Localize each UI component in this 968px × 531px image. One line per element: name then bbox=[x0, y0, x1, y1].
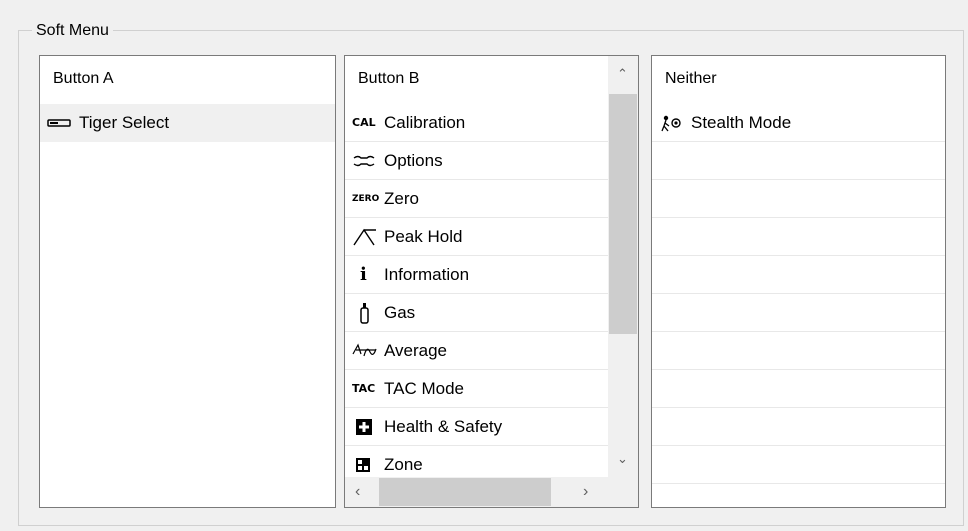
list-item-stealth-mode[interactable]: Stealth Mode bbox=[652, 104, 945, 142]
list-item-peak-hold[interactable]: Peak Hold bbox=[345, 218, 608, 256]
list-item-health-safety[interactable]: Health & Safety bbox=[345, 408, 608, 446]
tiger-select-icon bbox=[47, 118, 79, 128]
list-item-label: Tiger Select bbox=[79, 113, 170, 132]
first-aid-icon bbox=[352, 418, 384, 436]
list-item-calibration[interactable]: CAL Calibration bbox=[345, 104, 608, 142]
scrollbar-thumb[interactable] bbox=[609, 94, 637, 334]
list-item-empty bbox=[652, 256, 945, 294]
list-item-label: Peak Hold bbox=[384, 226, 463, 246]
list-item-tac-mode[interactable]: TAC TAC Mode bbox=[345, 370, 608, 408]
wrench-icon bbox=[352, 154, 384, 168]
list-item-label: Options bbox=[384, 150, 443, 170]
list-item-empty bbox=[652, 180, 945, 218]
list-item-average[interactable]: Average bbox=[345, 332, 608, 370]
button-b-list[interactable]: Button B CAL Calibration Options ZERO Ze… bbox=[344, 55, 639, 508]
list-item-label: Stealth Mode bbox=[691, 112, 792, 132]
list-header: Button A bbox=[53, 70, 114, 87]
scrollbar-thumb[interactable] bbox=[379, 478, 551, 506]
list-item-gas[interactable]: Gas bbox=[345, 294, 608, 332]
info-icon: i bbox=[360, 264, 367, 285]
group-title: Soft Menu bbox=[32, 22, 113, 40]
list-item-label: Calibration bbox=[384, 112, 466, 132]
list-item-label: Gas bbox=[384, 302, 416, 322]
list-item-zero[interactable]: ZERO Zero bbox=[345, 180, 608, 218]
scroll-left-icon[interactable]: ‹ bbox=[355, 483, 360, 501]
zone-icon bbox=[352, 457, 384, 473]
list-item-empty bbox=[652, 142, 945, 180]
scroll-right-icon[interactable]: › bbox=[583, 483, 588, 501]
list-item-label: Average bbox=[384, 340, 448, 360]
list-item-label: Information bbox=[384, 264, 470, 284]
stealth-icon bbox=[659, 114, 691, 132]
list-item-label: TAC Mode bbox=[384, 378, 464, 398]
list-header: Neither bbox=[665, 70, 717, 87]
list-item[interactable]: Tiger Select bbox=[40, 104, 335, 142]
list-item-empty bbox=[652, 408, 945, 446]
list-item-empty bbox=[652, 446, 945, 484]
list-item-empty bbox=[652, 370, 945, 408]
vertical-scrollbar[interactable]: ⌃ ⌄ bbox=[608, 56, 638, 477]
scroll-up-icon[interactable]: ⌃ bbox=[617, 66, 628, 82]
scroll-down-icon[interactable]: ⌄ bbox=[617, 451, 628, 467]
cal-icon: CAL bbox=[352, 116, 376, 129]
list-item-label: Health & Safety bbox=[384, 416, 503, 436]
list-item-options[interactable]: Options bbox=[345, 142, 608, 180]
button-a-list[interactable]: Button A Tiger Select bbox=[39, 55, 336, 508]
neither-list[interactable]: Neither Stealth Mode bbox=[651, 55, 946, 508]
list-item-empty bbox=[652, 332, 945, 370]
list-item-empty bbox=[652, 218, 945, 256]
horizontal-scrollbar[interactable]: ‹ › bbox=[345, 477, 638, 507]
average-icon bbox=[352, 343, 384, 359]
peak-icon bbox=[352, 228, 384, 246]
zero-icon: ZERO bbox=[352, 193, 380, 204]
gas-cylinder-icon bbox=[352, 302, 384, 324]
list-item-label: Zone bbox=[384, 454, 423, 474]
list-item-information[interactable]: i Information bbox=[345, 256, 608, 294]
tac-icon: TAC bbox=[352, 382, 376, 395]
list-item-label: Zero bbox=[384, 188, 419, 208]
list-header: Button B bbox=[345, 56, 638, 104]
list-item-empty bbox=[652, 294, 945, 332]
